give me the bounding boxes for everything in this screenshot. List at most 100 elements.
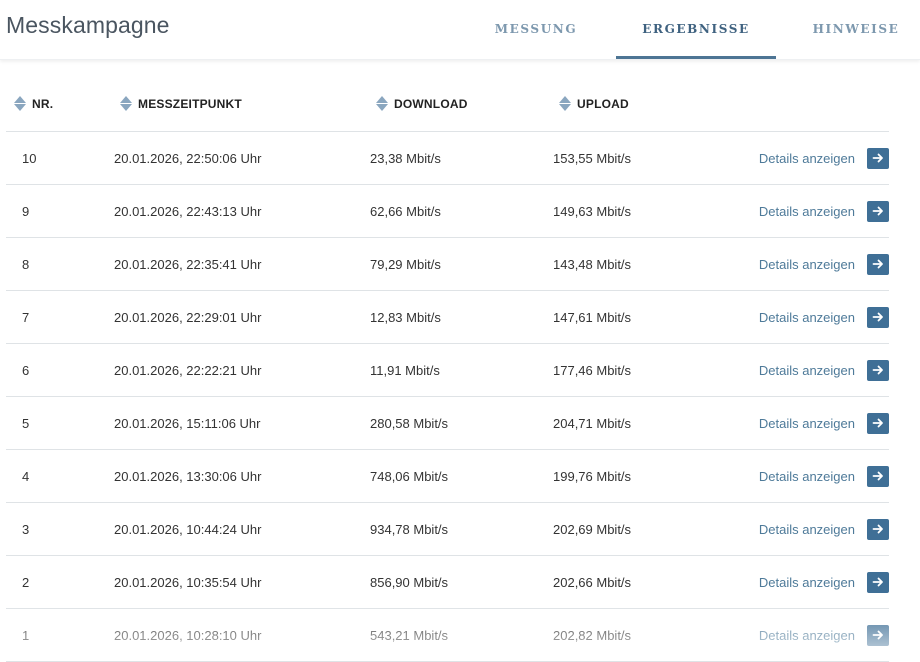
cell-messzeitpunkt: 20.01.2026, 22:22:21 Uhr [114, 362, 262, 378]
tab-ergebnisse[interactable]: ERGEBNISSE [616, 0, 776, 57]
cell-upload: 153,55 Mbit/s [553, 150, 632, 166]
cell-messzeitpunkt: 20.01.2026, 13:30:06 Uhr [114, 468, 262, 484]
cell-messzeitpunkt: 20.01.2026, 10:35:54 Uhr [114, 574, 262, 590]
cell-messzeitpunkt: 20.01.2026, 22:35:41 Uhr [114, 256, 262, 272]
cell-nr: 6 [22, 362, 30, 378]
sort-icon [120, 95, 132, 112]
cell-nr: 5 [22, 415, 30, 431]
cell-download: 12,83 Mbit/s [370, 309, 441, 325]
tab-messung[interactable]: MESSUNG [476, 0, 596, 57]
column-header-label: UPLOAD [577, 96, 629, 111]
page-title: Messkampagne [6, 12, 170, 38]
cell-upload: 202,69 Mbit/s [553, 521, 632, 537]
details-link[interactable]: Details anzeigen [759, 397, 855, 449]
cell-nr: 8 [22, 256, 30, 272]
arrow-right-icon[interactable] [867, 147, 889, 169]
table-header: NR. MESSZEITPUNKT DOWNLOAD UPLOAD [6, 76, 889, 132]
app-header: Messkampagne MESSUNG ERGEBNISSE HINWEISE [0, 0, 920, 60]
sort-icon [559, 95, 571, 112]
cell-upload: 204,71 Mbit/s [553, 415, 632, 431]
cell-nr: 3 [22, 521, 30, 537]
cell-messzeitpunkt: 20.01.2026, 22:29:01 Uhr [114, 309, 262, 325]
cell-upload: 202,66 Mbit/s [553, 574, 632, 590]
sort-icon [376, 95, 388, 112]
cell-download: 23,38 Mbit/s [370, 150, 441, 166]
details-button[interactable] [867, 185, 889, 237]
cell-nr: 4 [22, 468, 30, 484]
cell-download: 280,58 Mbit/s [370, 415, 449, 431]
arrow-right-icon[interactable] [867, 253, 889, 275]
column-header-download[interactable]: DOWNLOAD [376, 76, 468, 131]
table-row: 4 20.01.2026, 13:30:06 Uhr 748,06 Mbit/s 19… [6, 450, 889, 503]
table-row: 9 20.01.2026, 22:43:13 Uhr 62,66 Mbit/s 149… [6, 185, 889, 238]
table-row: 6 20.01.2026, 22:22:21 Uhr 11,91 Mbit/s 177… [6, 344, 889, 397]
details-button[interactable] [867, 132, 889, 184]
cell-download: 748,06 Mbit/s [370, 468, 449, 484]
results-table: NR. MESSZEITPUNKT DOWNLOAD UPLOAD 10 20.0… [6, 76, 889, 662]
arrow-right-icon[interactable] [867, 306, 889, 328]
cell-upload: 199,76 Mbit/s [553, 468, 632, 484]
details-link[interactable]: Details anzeigen [759, 291, 855, 343]
arrow-right-icon[interactable] [867, 200, 889, 222]
cell-download: 543,21 Mbit/s [370, 627, 449, 643]
cell-download: 11,91 Mbit/s [370, 362, 440, 378]
cell-upload: 177,46 Mbit/s [553, 362, 632, 378]
details-link[interactable]: Details anzeigen [759, 556, 855, 608]
column-header-label: NR. [32, 96, 54, 111]
table-body: 10 20.01.2026, 22:50:06 Uhr 23,38 Mbit/s 15… [6, 132, 889, 662]
arrow-right-icon[interactable] [867, 465, 889, 487]
cell-messzeitpunkt: 20.01.2026, 10:28:10 Uhr [114, 627, 262, 643]
details-link[interactable]: Details anzeigen [759, 344, 855, 396]
table-row: 2 20.01.2026, 10:35:54 Uhr 856,90 Mbit/s 20… [6, 556, 889, 609]
cell-download: 79,29 Mbit/s [370, 256, 441, 272]
table-row: 10 20.01.2026, 22:50:06 Uhr 23,38 Mbit/s 15… [6, 132, 889, 185]
details-link[interactable]: Details anzeigen [759, 185, 855, 237]
arrow-right-icon[interactable] [867, 518, 889, 540]
cell-download: 62,66 Mbit/s [370, 203, 441, 219]
table-row: 8 20.01.2026, 22:35:41 Uhr 79,29 Mbit/s 143… [6, 238, 889, 291]
cell-messzeitpunkt: 20.01.2026, 10:44:24 Uhr [114, 521, 262, 537]
table-row: 7 20.01.2026, 22:29:01 Uhr 12,83 Mbit/s 147… [6, 291, 889, 344]
cell-download: 934,78 Mbit/s [370, 521, 449, 537]
column-header-label: DOWNLOAD [394, 96, 468, 111]
cell-nr: 1 [22, 627, 30, 643]
cell-messzeitpunkt: 20.01.2026, 15:11:06 Uhr [114, 415, 261, 431]
cell-upload: 202,82 Mbit/s [553, 627, 632, 643]
column-header-nr[interactable]: NR. [14, 76, 53, 131]
details-button[interactable] [867, 397, 889, 449]
details-button[interactable] [867, 556, 889, 608]
cell-messzeitpunkt: 20.01.2026, 22:50:06 Uhr [114, 150, 262, 166]
column-header-upload[interactable]: UPLOAD [559, 76, 629, 131]
active-tab-indicator [616, 56, 776, 59]
table-row: 1 20.01.2026, 10:28:10 Uhr 543,21 Mbit/s 20… [6, 609, 889, 662]
details-button[interactable] [867, 450, 889, 502]
cell-messzeitpunkt: 20.01.2026, 22:43:13 Uhr [114, 203, 262, 219]
column-header-messzeitpunkt[interactable]: MESSZEITPUNKT [120, 76, 242, 131]
details-link[interactable]: Details anzeigen [759, 450, 855, 502]
arrow-right-icon[interactable] [867, 624, 889, 646]
details-link[interactable]: Details anzeigen [759, 503, 855, 555]
column-header-label: MESSZEITPUNKT [138, 96, 242, 111]
details-button[interactable] [867, 609, 889, 661]
details-link[interactable]: Details anzeigen [759, 238, 855, 290]
details-link[interactable]: Details anzeigen [759, 132, 855, 184]
cell-upload: 149,63 Mbit/s [553, 203, 632, 219]
cell-download: 856,90 Mbit/s [370, 574, 449, 590]
arrow-right-icon[interactable] [867, 571, 889, 593]
cell-nr: 2 [22, 574, 30, 590]
details-button[interactable] [867, 503, 889, 555]
arrow-right-icon[interactable] [867, 412, 889, 434]
details-button[interactable] [867, 291, 889, 343]
details-button[interactable] [867, 238, 889, 290]
table-row: 5 20.01.2026, 15:11:06 Uhr 280,58 Mbit/s 20… [6, 397, 889, 450]
cell-nr: 7 [22, 309, 30, 325]
cell-upload: 143,48 Mbit/s [553, 256, 632, 272]
cell-nr: 9 [22, 203, 30, 219]
cell-upload: 147,61 Mbit/s [553, 309, 632, 325]
sort-icon [14, 95, 26, 112]
details-button[interactable] [867, 344, 889, 396]
arrow-right-icon[interactable] [867, 359, 889, 381]
details-link[interactable]: Details anzeigen [759, 609, 855, 661]
tab-hinweise[interactable]: HINWEISE [796, 0, 916, 57]
cell-nr: 10 [22, 150, 37, 166]
